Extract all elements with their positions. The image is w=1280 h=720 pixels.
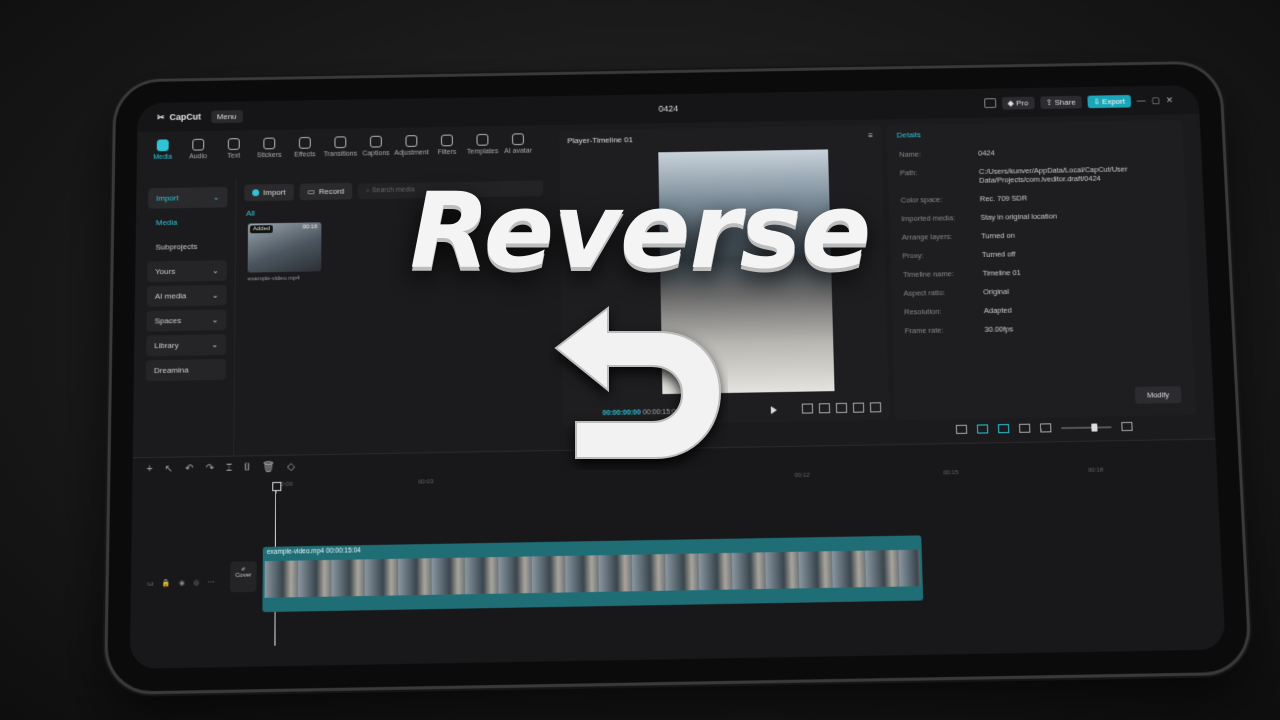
adjustment-icon	[405, 135, 418, 147]
select-tool-icon[interactable]: ↖	[165, 464, 174, 475]
mic-icon[interactable]	[955, 424, 968, 434]
delete-icon[interactable]: 🗑	[262, 462, 275, 473]
undo-icon[interactable]: ↶	[185, 463, 194, 474]
maximize-icon[interactable]: ▢	[1151, 95, 1160, 106]
track-header: ▭ 🔒 ◉ ◎ ⋯	[147, 578, 214, 587]
magnet-icon[interactable]	[997, 424, 1010, 434]
reverse-arrow-icon	[554, 305, 722, 459]
layout-icon[interactable]	[983, 98, 997, 109]
cover-button[interactable]: ℯ Cover	[230, 561, 257, 593]
pro-button[interactable]: ◆ Pro	[1001, 96, 1035, 110]
minimize-icon[interactable]: —	[1136, 96, 1145, 106]
project-title: 0424	[658, 103, 679, 114]
preview-axis-icon[interactable]	[1019, 423, 1031, 433]
visibility-icon[interactable]: ◉	[179, 579, 185, 587]
zoom-out-icon[interactable]	[1040, 423, 1052, 433]
track-video-icon[interactable]: ▭	[147, 579, 154, 587]
add-track-icon[interactable]: +	[147, 464, 153, 475]
timeline-controls	[955, 421, 1133, 434]
app-name: CapCut	[169, 111, 202, 122]
tab-templates[interactable]: Templates	[467, 130, 499, 173]
play-icon[interactable]	[770, 406, 778, 415]
nav-spaces[interactable]: Spaces ⌄	[146, 309, 227, 332]
fullscreen-icon[interactable]	[869, 402, 882, 413]
modify-button[interactable]: Modify	[1134, 386, 1182, 404]
reverse-title: Reverse	[409, 170, 872, 292]
avatar-icon	[512, 133, 524, 146]
menu-button[interactable]: Menu	[210, 109, 243, 123]
filters-icon	[441, 134, 453, 147]
media-icon	[156, 139, 169, 152]
redo-icon[interactable]: ↷	[206, 463, 215, 474]
zoom-slider[interactable]	[1061, 425, 1112, 429]
split-icon[interactable]: ⌶	[226, 463, 232, 474]
zoom-in-icon[interactable]	[1121, 421, 1133, 432]
zoom-fit-icon[interactable]	[835, 402, 848, 414]
sticker-icon	[263, 137, 276, 150]
nav-library[interactable]: Library ⌄	[146, 334, 227, 357]
player-title: Player-Timeline 01	[567, 135, 633, 146]
more-icon[interactable]: ⋯	[207, 578, 214, 586]
templates-icon	[476, 133, 489, 146]
detail-row: Frame rate: 30.00fps	[904, 324, 1014, 336]
link-icon[interactable]	[976, 424, 989, 434]
player-menu-icon[interactable]: ≡	[868, 131, 873, 140]
lock-icon[interactable]: 🔒	[162, 579, 171, 587]
ratio-icon[interactable]	[852, 402, 865, 413]
nav-dreamina[interactable]: Dreamina	[145, 358, 227, 382]
captions-icon	[369, 135, 382, 148]
crop-icon[interactable]	[801, 403, 814, 414]
clip-filmstrip	[264, 549, 921, 598]
transitions-icon	[334, 136, 347, 149]
timeline-clip[interactable]: example-video.mp4 00:00:15:04	[262, 535, 924, 613]
text-icon	[227, 138, 240, 150]
timeline-panel: + ↖ ↶ ↷ ⌶ ⌷ 🗑 ◇ 00:00 00:03 00:12 00:15 …	[129, 438, 1226, 669]
export-button[interactable]: ⇩ Export	[1087, 94, 1132, 108]
tab-adjustment[interactable]: Adjustment	[394, 131, 429, 174]
audio-icon	[192, 138, 205, 151]
effects-icon	[298, 136, 311, 149]
quality-icon[interactable]	[818, 403, 831, 414]
capcut-logo-icon: ✂	[157, 111, 165, 122]
share-button[interactable]: ⇪ Share	[1039, 95, 1082, 109]
mark-icon[interactable]: ◇	[287, 462, 295, 473]
tab-filters[interactable]: Filters	[431, 130, 463, 173]
app-logo: ✂ CapCut	[157, 111, 201, 122]
close-icon[interactable]: ✕	[1165, 95, 1173, 106]
tab-captions[interactable]: Captions	[360, 132, 392, 175]
split-left-icon[interactable]: ⌷	[244, 462, 250, 473]
tab-ai-avatar[interactable]: AI avatar	[502, 129, 534, 172]
audio-toggle-icon[interactable]: ◎	[193, 579, 199, 587]
